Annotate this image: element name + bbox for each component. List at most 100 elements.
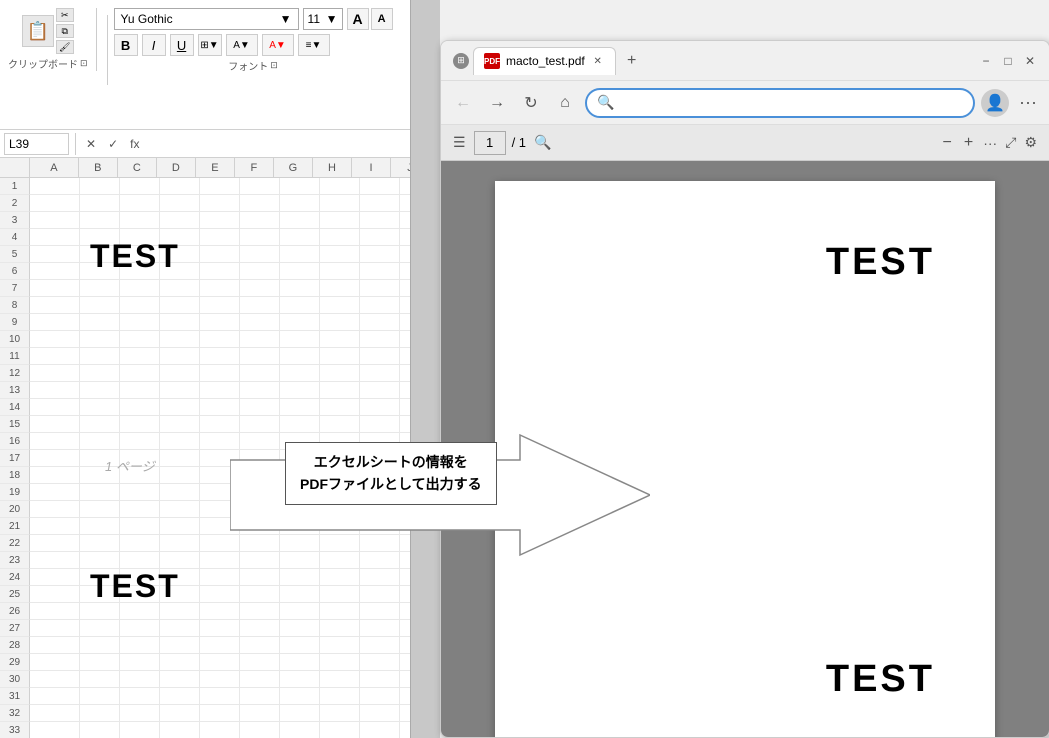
grid-cell[interactable] <box>280 280 320 297</box>
grid-cell[interactable] <box>120 382 160 399</box>
copy-button[interactable]: ⧉ <box>56 24 74 38</box>
grid-cell[interactable] <box>200 246 240 263</box>
table-row[interactable]: 31 <box>0 688 430 705</box>
grid-cell[interactable] <box>200 348 240 365</box>
minimize-button[interactable]: − <box>979 54 993 68</box>
grid-cell[interactable] <box>280 671 320 688</box>
grid-cell[interactable] <box>120 705 160 722</box>
history-icon[interactable]: ⊞ <box>453 53 469 69</box>
grid-cell[interactable] <box>30 552 80 569</box>
table-row[interactable]: 2 <box>0 195 430 212</box>
grid-cell[interactable] <box>320 280 360 297</box>
formula-input[interactable] <box>147 133 426 155</box>
grid-cell[interactable] <box>30 518 80 535</box>
grid-cell[interactable] <box>280 178 320 195</box>
font-name-dropdown[interactable]: Yu Gothic ▼ <box>114 8 299 30</box>
grid-cell[interactable] <box>360 569 400 586</box>
col-header-b[interactable]: B <box>79 158 118 177</box>
grid-cell[interactable] <box>280 620 320 637</box>
border-button[interactable]: ⊞▼ <box>198 34 222 56</box>
grid-cell[interactable] <box>320 297 360 314</box>
grid-cell[interactable] <box>200 705 240 722</box>
table-row[interactable]: 7 <box>0 280 430 297</box>
table-row[interactable]: 29 <box>0 654 430 671</box>
grid-cell[interactable] <box>160 382 200 399</box>
table-row[interactable]: 25 <box>0 586 430 603</box>
grid-cell[interactable] <box>360 705 400 722</box>
pdf-settings-button[interactable]: ⚙ <box>1024 134 1037 151</box>
grid-cell[interactable] <box>30 178 80 195</box>
grid-cell[interactable] <box>160 433 200 450</box>
grid-cell[interactable] <box>200 569 240 586</box>
grid-cell[interactable] <box>320 722 360 738</box>
grid-cell[interactable] <box>360 178 400 195</box>
grid-cell[interactable] <box>30 246 80 263</box>
grid-cell[interactable] <box>30 297 80 314</box>
grid-cell[interactable] <box>160 331 200 348</box>
grid-cell[interactable] <box>360 280 400 297</box>
grid-cell[interactable] <box>320 671 360 688</box>
grid-cell[interactable] <box>360 348 400 365</box>
grid-cell[interactable] <box>280 263 320 280</box>
grid-cell[interactable] <box>80 552 120 569</box>
grid-cell[interactable] <box>240 348 280 365</box>
grid-cell[interactable] <box>280 229 320 246</box>
grid-cell[interactable] <box>200 688 240 705</box>
grid-cell[interactable] <box>160 637 200 654</box>
grid-cell[interactable] <box>160 688 200 705</box>
grid-cell[interactable] <box>80 314 120 331</box>
grid-cell[interactable] <box>280 348 320 365</box>
grid-cell[interactable] <box>120 688 160 705</box>
grid-cell[interactable] <box>360 212 400 229</box>
refresh-button[interactable]: ↻ <box>517 89 545 117</box>
grid-cell[interactable] <box>280 688 320 705</box>
grid-cell[interactable] <box>120 297 160 314</box>
decrease-font-button[interactable]: A <box>371 8 393 30</box>
grid-cell[interactable] <box>120 671 160 688</box>
grid-cell[interactable] <box>160 450 200 467</box>
grid-cell[interactable] <box>80 178 120 195</box>
maximize-button[interactable]: □ <box>1001 54 1015 68</box>
grid-cell[interactable] <box>160 314 200 331</box>
grid-cell[interactable] <box>160 297 200 314</box>
table-row[interactable]: 26 <box>0 603 430 620</box>
grid-cell[interactable] <box>320 229 360 246</box>
grid-cell[interactable] <box>200 229 240 246</box>
grid-cell[interactable] <box>360 314 400 331</box>
grid-cell[interactable] <box>320 178 360 195</box>
grid-cell[interactable] <box>320 637 360 654</box>
grid-cell[interactable] <box>360 654 400 671</box>
grid-cell[interactable] <box>360 263 400 280</box>
col-header-d[interactable]: D <box>157 158 196 177</box>
grid-cell[interactable] <box>320 688 360 705</box>
grid-cell[interactable] <box>320 348 360 365</box>
format-painter-button[interactable]: 🖌 <box>56 40 74 54</box>
address-bar[interactable]: 🔍 <box>585 88 975 118</box>
table-row[interactable]: 5 <box>0 246 430 263</box>
grid-cell[interactable] <box>240 314 280 331</box>
grid-cell[interactable] <box>280 654 320 671</box>
cancel-formula-btn[interactable]: ✕ <box>82 137 100 151</box>
table-row[interactable]: 27 <box>0 620 430 637</box>
grid-cell[interactable] <box>30 212 80 229</box>
grid-cell[interactable] <box>360 297 400 314</box>
grid-cell[interactable] <box>120 501 160 518</box>
col-header-f[interactable]: F <box>235 158 274 177</box>
col-header-i[interactable]: I <box>352 158 391 177</box>
size-dropdown-arrow[interactable]: ▼ <box>326 12 338 26</box>
grid-cell[interactable] <box>120 654 160 671</box>
grid-cell[interactable] <box>360 637 400 654</box>
table-row[interactable]: 32 <box>0 705 430 722</box>
grid-cell[interactable] <box>30 450 80 467</box>
grid-cell[interactable] <box>160 552 200 569</box>
grid-cell[interactable] <box>120 484 160 501</box>
forward-button[interactable]: → <box>483 89 511 117</box>
grid-cell[interactable] <box>160 212 200 229</box>
grid-cell[interactable] <box>240 365 280 382</box>
col-header-a[interactable]: A <box>30 158 79 177</box>
grid-cell[interactable] <box>30 467 80 484</box>
table-row[interactable]: 12 <box>0 365 430 382</box>
pdf-search-button[interactable]: 🔍 <box>534 134 551 151</box>
col-header-h[interactable]: H <box>313 158 352 177</box>
grid-cell[interactable] <box>240 399 280 416</box>
